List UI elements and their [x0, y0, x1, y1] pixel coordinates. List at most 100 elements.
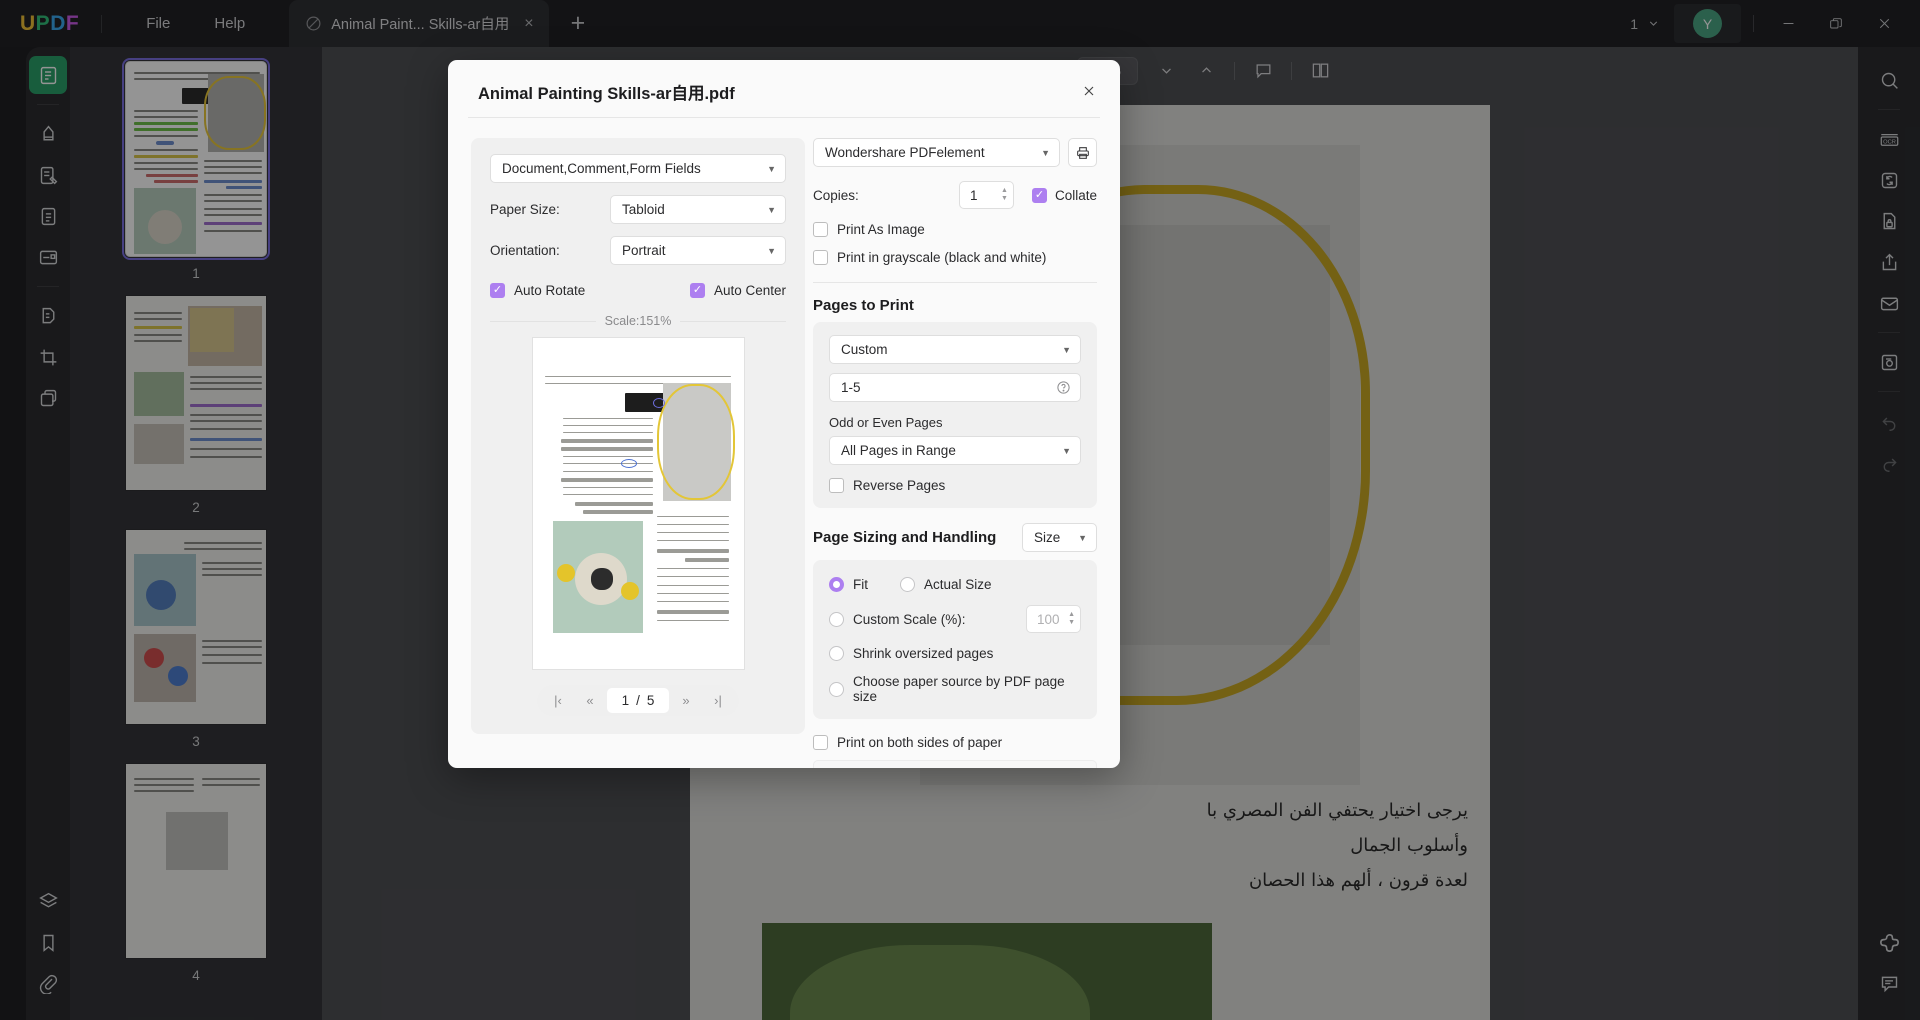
paper-size-label: Paper Size:	[490, 202, 560, 217]
print-as-image-checkbox[interactable]	[813, 222, 828, 237]
app-window: UPDF File Help Animal Paint... Skills-ar…	[0, 0, 1920, 1020]
content-select-value: Document,Comment,Form Fields	[502, 161, 701, 176]
page-sizing-header-row: Page Sizing and Handling Size ▼	[813, 523, 1097, 552]
actual-size-radio[interactable]	[900, 577, 915, 592]
custom-scale-row: Custom Scale (%): 100 ▲ ▼	[829, 605, 1081, 633]
paper-size-value: Tabloid	[622, 202, 665, 217]
custom-scale-radio[interactable]	[829, 611, 844, 627]
reverse-pages-row: Reverse Pages	[829, 478, 1081, 493]
paper-source-radio[interactable]	[829, 681, 844, 697]
custom-range-input[interactable]: 1-5	[829, 373, 1081, 402]
reverse-pages-label: Reverse Pages	[853, 478, 946, 493]
orientation-value: Portrait	[622, 243, 666, 258]
duplex-checkbox[interactable]	[813, 735, 828, 750]
first-page-button[interactable]: |‹	[543, 688, 573, 713]
pages-to-print-heading: Pages to Print	[813, 297, 914, 314]
copies-label: Copies:	[813, 187, 859, 203]
copies-row: Copies: 1 ▲▼ Collate	[813, 181, 1097, 209]
custom-scale-label: Custom Scale (%):	[853, 611, 966, 627]
paper-size-select[interactable]: Tabloid ▼	[610, 195, 786, 224]
paper-size-row: Paper Size: Tabloid ▼	[490, 195, 786, 224]
stepper-down-icon: ▼	[1068, 619, 1075, 626]
grayscale-checkbox[interactable]	[813, 250, 828, 265]
chevron-down-icon: ▼	[767, 163, 776, 174]
odd-even-label: Odd or Even Pages	[829, 415, 943, 430]
fit-label: Fit	[853, 577, 868, 592]
print-options-right: Wondershare PDFelement ▼ Copies: 1 ▲▼ Co…	[813, 138, 1097, 768]
chevron-down-icon: ▼	[1062, 344, 1071, 355]
duplex-row: Print on both sides of paper	[813, 735, 1097, 750]
orientation-label: Orientation:	[490, 243, 560, 258]
collate-label: Collate	[1054, 187, 1097, 203]
rotate-center-row: Auto Rotate Auto Center	[490, 283, 786, 298]
page-range-select[interactable]: Custom ▼	[829, 335, 1081, 364]
duplex-label: Print on both sides of paper	[837, 735, 1003, 750]
shrink-row: Shrink oversized pages	[829, 646, 1081, 661]
divider	[490, 320, 596, 322]
printer-icon	[1076, 146, 1089, 159]
auto-center-checkbox[interactable]	[689, 283, 705, 298]
print-options-left: Document,Comment,Form Fields ▼ Paper Siz…	[471, 138, 805, 754]
chevron-down-icon: ▼	[1062, 445, 1071, 456]
print-dialog: Animal Painting Skills-ar自用.pdf Document…	[448, 60, 1120, 768]
custom-range-value: 1-5	[841, 380, 861, 395]
collate-checkbox[interactable]	[1031, 187, 1047, 203]
divider	[680, 320, 786, 322]
chevron-down-icon: ▼	[767, 245, 776, 256]
stepper-down-icon: ▼	[1001, 195, 1008, 202]
next-page-button[interactable]: »	[671, 688, 701, 713]
prev-page-button[interactable]: «	[575, 688, 605, 713]
last-page-button[interactable]: ›|	[703, 688, 733, 713]
actual-size-label: Actual Size	[924, 577, 992, 592]
copies-stepper[interactable]: 1 ▲ ▼	[958, 181, 1014, 209]
page-range-value: Custom	[841, 342, 888, 357]
page-sizing-heading: Page Sizing and Handling	[813, 529, 997, 546]
fit-actual-row: Fit Actual Size	[829, 577, 1081, 592]
close-dialog-button[interactable]	[1075, 77, 1103, 105]
stepper-up-icon: ▲	[1001, 187, 1008, 194]
odd-even-select[interactable]: All Pages in Range ▼	[829, 436, 1081, 465]
collate-group: Collate	[1031, 187, 1097, 203]
help-icon[interactable]	[1056, 380, 1071, 395]
copies-value: 1	[969, 187, 978, 203]
shrink-oversized-radio[interactable]	[829, 646, 844, 661]
orientation-row: Orientation: Portrait ▼	[490, 236, 786, 265]
paper-source-row: Choose paper source by PDF page size	[829, 674, 1081, 704]
printer-select[interactable]: Wondershare PDFelement ▼	[813, 138, 1060, 167]
print-preview[interactable]	[531, 337, 745, 670]
print-as-image-label: Print As Image	[837, 222, 925, 237]
paper-source-label: Choose paper source by PDF page size	[853, 674, 1065, 704]
odd-even-value: All Pages in Range	[841, 443, 956, 458]
shrink-oversized-label: Shrink oversized pages	[853, 646, 994, 661]
scale-divider-row: Scale:151%	[490, 314, 786, 328]
auto-rotate-checkbox[interactable]	[490, 283, 505, 298]
print-as-image-row: Print As Image	[813, 222, 1097, 237]
printer-row: Wondershare PDFelement ▼	[813, 138, 1097, 167]
current-page: 1	[621, 693, 630, 708]
fit-radio[interactable]	[829, 577, 844, 592]
content-select[interactable]: Document,Comment,Form Fields ▼	[490, 154, 786, 183]
auto-rotate-label: Auto Rotate	[514, 283, 586, 298]
preview-pager-wrapper: |‹ « 1 / 5 » ›|	[490, 685, 786, 716]
printer-properties-button[interactable]	[1068, 138, 1097, 167]
auto-center-label: Auto Center	[713, 283, 786, 298]
reverse-pages-checkbox[interactable]	[829, 478, 844, 493]
printer-value: Wondershare PDFelement	[825, 145, 985, 160]
preview-wrapper	[490, 337, 786, 670]
size-mode-select[interactable]: Size ▼	[1022, 523, 1097, 552]
scale-text: Scale:151%	[604, 314, 672, 328]
close-icon	[1084, 86, 1094, 96]
dialog-title: Animal Painting Skills-ar自用.pdf	[478, 85, 735, 103]
preview-pager: |‹ « 1 / 5 » ›|	[537, 685, 739, 716]
divider	[813, 282, 1097, 283]
orientation-select[interactable]: Portrait ▼	[610, 236, 786, 265]
custom-scale-stepper[interactable]: 100 ▲ ▼	[1026, 605, 1081, 633]
chevron-down-icon: ▼	[1078, 532, 1087, 543]
stepper-arrows[interactable]: ▲ ▼	[1068, 611, 1075, 626]
total-pages: 5	[646, 693, 655, 708]
stepper-arrows[interactable]: ▲ ▼	[1001, 187, 1008, 202]
flip-edge-select[interactable]: Flip on long edge ▼	[813, 760, 1097, 768]
chevron-down-icon: ▼	[767, 204, 776, 215]
page-field[interactable]: 1 / 5	[607, 688, 669, 713]
page-separator: /	[636, 693, 640, 708]
